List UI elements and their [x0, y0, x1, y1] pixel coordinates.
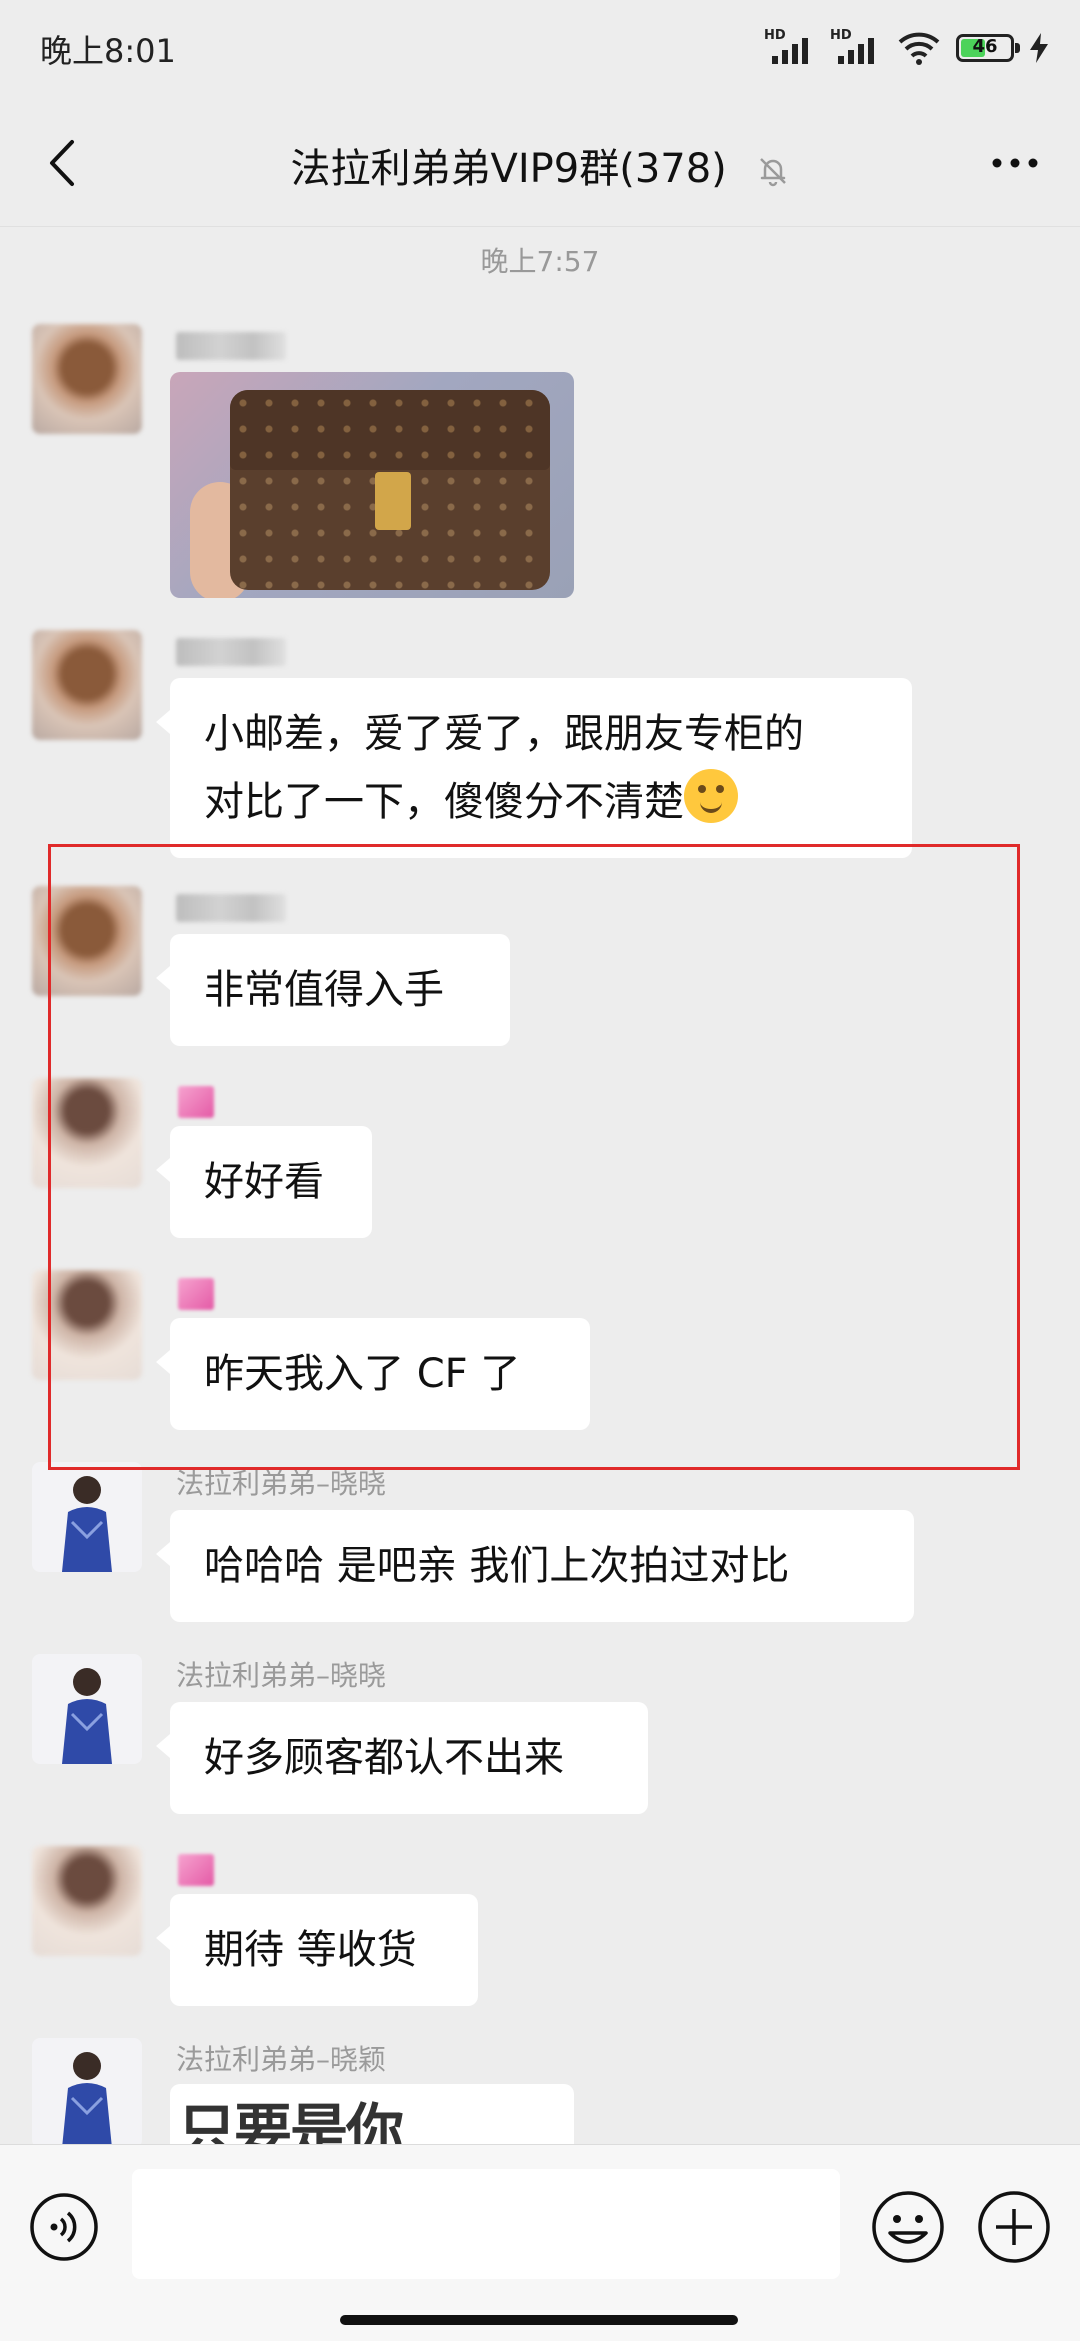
- chat-message: [0, 324, 1080, 604]
- signal-icon: HD: [830, 28, 882, 68]
- message-bubble[interactable]: 非常值得入手: [156, 934, 510, 1046]
- message-bubble[interactable]: 哈哈哈 是吧亲 我们上次拍过对比: [156, 1510, 914, 1622]
- chat-message: 法拉利弟弟–晓晓 好多顾客都认不出来: [0, 1654, 1080, 1814]
- chat-message: 法拉利弟弟–晓颖 只要是你: [0, 2038, 1080, 2144]
- charging-icon: [1030, 33, 1048, 63]
- chat-message: 法拉利弟弟–晓晓 哈哈哈 是吧亲 我们上次拍过对比: [0, 1462, 1080, 1622]
- message-text: 好好看: [204, 1159, 324, 1205]
- avatar[interactable]: [32, 2038, 142, 2144]
- nav-bar: 法拉利弟弟VIP9群(378): [0, 100, 1080, 227]
- status-bar: 晚上8:01 HD HD 46: [0, 0, 1080, 100]
- sender-name: 法拉利弟弟–晓颖: [176, 2043, 387, 2076]
- avatar[interactable]: [32, 1078, 142, 1188]
- more-icon[interactable]: [980, 128, 1050, 198]
- avatar[interactable]: [32, 1462, 142, 1572]
- sender-name-blurred: [176, 638, 286, 666]
- message-text: 对比了一下，傻傻分不清楚: [204, 779, 684, 825]
- message-bubble[interactable]: 小邮差，爱了爱了，跟朋友专柜的 对比了一下，傻傻分不清楚: [156, 678, 912, 858]
- chat-message: 好好看: [0, 1078, 1080, 1238]
- avatar[interactable]: [32, 1270, 142, 1380]
- message-bubble[interactable]: 期待 等收货: [156, 1894, 478, 2006]
- chat-message: 昨天我入了 CF 了: [0, 1270, 1080, 1430]
- sender-name-blurred: [176, 894, 286, 922]
- message-image[interactable]: 只要是你: [170, 2084, 574, 2144]
- thinking-emoji-icon: [684, 769, 738, 823]
- avatar[interactable]: [32, 1846, 142, 1956]
- message-input[interactable]: [132, 2169, 840, 2279]
- status-time: 晚上8:01: [40, 32, 176, 70]
- voice-icon[interactable]: [28, 2191, 100, 2263]
- battery-icon: 46: [956, 34, 1020, 62]
- avatar[interactable]: [32, 1654, 142, 1764]
- message-bubble[interactable]: 好多顾客都认不出来: [156, 1702, 648, 1814]
- sender-name-blurred: [176, 332, 286, 360]
- input-bar: [0, 2144, 1080, 2341]
- status-icons: HD HD 46: [764, 26, 1050, 70]
- chat-area[interactable]: 晚上7:57 小邮差，爱了爱了，跟朋友专柜的 对比了一下，傻傻分不清楚 非常值得…: [0, 226, 1080, 2144]
- chat-title: 法拉利弟弟VIP9群(378): [0, 136, 1080, 194]
- plus-icon[interactable]: [976, 2189, 1052, 2265]
- sender-name: 法拉利弟弟–晓晓: [176, 1659, 387, 1692]
- battery-level: 46: [972, 36, 998, 57]
- home-indicator[interactable]: [340, 2315, 738, 2325]
- mute-icon: [759, 158, 786, 187]
- image-text: 只要是你: [178, 2097, 404, 2144]
- chat-message: 小邮差，爱了爱了，跟朋友专柜的 对比了一下，傻傻分不清楚: [0, 630, 1080, 858]
- message-text: 昨天我入了 CF 了: [204, 1351, 521, 1397]
- message-text: 哈哈哈 是吧亲 我们上次拍过对比: [204, 1543, 790, 1589]
- avatar[interactable]: [32, 886, 142, 996]
- message-text: 好多顾客都认不出来: [204, 1735, 564, 1781]
- avatar[interactable]: [32, 630, 142, 740]
- chat-title-text: 法拉利弟弟VIP9群(378): [290, 146, 727, 192]
- message-bubble[interactable]: 好好看: [156, 1126, 372, 1238]
- sender-name: 法拉利弟弟–晓晓: [176, 1467, 387, 1500]
- message-text: 小邮差，爱了爱了，跟朋友专柜的: [204, 711, 804, 757]
- message-text: 期待 等收货: [204, 1927, 417, 1973]
- emoji-icon[interactable]: [870, 2189, 946, 2265]
- signal-icon: HD: [764, 28, 816, 68]
- chat-message: 非常值得入手: [0, 886, 1080, 1046]
- message-photo[interactable]: [170, 372, 574, 598]
- message-text: 非常值得入手: [204, 967, 444, 1013]
- sender-name-blurred: [178, 1086, 214, 1118]
- avatar[interactable]: [32, 324, 142, 434]
- time-divider: 晚上7:57: [480, 245, 600, 278]
- wifi-icon: [898, 32, 940, 65]
- message-bubble[interactable]: 昨天我入了 CF 了: [156, 1318, 590, 1430]
- sender-name-blurred: [178, 1278, 214, 1310]
- sender-name-blurred: [178, 1854, 214, 1886]
- chat-message: 期待 等收货: [0, 1846, 1080, 2006]
